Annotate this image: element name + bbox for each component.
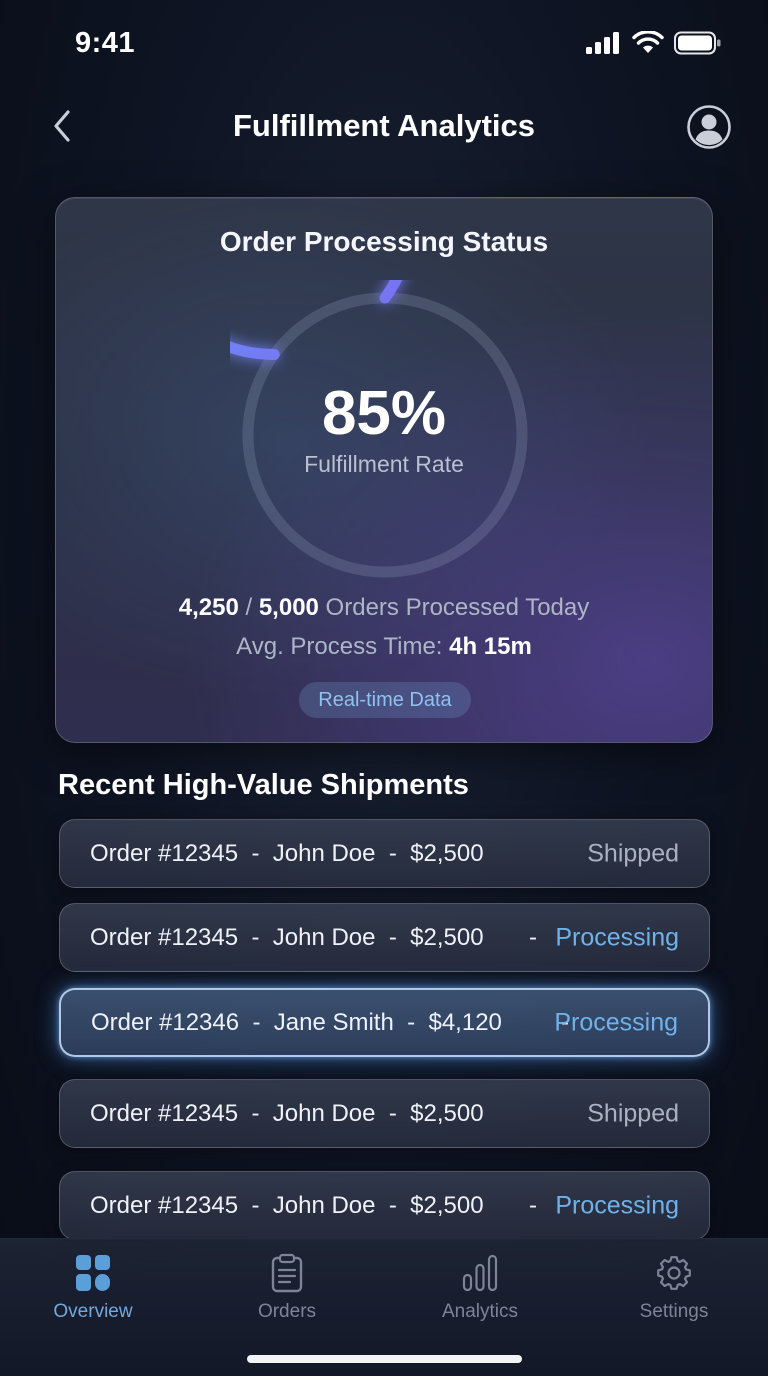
tab-label: Settings — [639, 1301, 709, 1322]
avg-process-time-value: 4h 15m — [449, 633, 532, 660]
fulfillment-rate-value: 85% — [321, 379, 447, 448]
shipment-summary: Order #12345 - John Doe - $2,500 — [90, 1099, 484, 1127]
fulfillment-rate-label: Fulfillment Rate — [304, 451, 464, 477]
realtime-data-badge: Real-time Data — [299, 682, 471, 718]
grid-icon — [76, 1255, 110, 1291]
shipment-status: Processing — [555, 923, 679, 951]
shipment-separator: - — [529, 1191, 537, 1219]
tab-label: Orders — [257, 1301, 317, 1322]
total-count: 5,000 — [258, 594, 319, 621]
page-title: Fulfillment Analytics — [232, 108, 535, 143]
wifi-icon — [632, 31, 664, 53]
shipment-row[interactable]: Order #12345 - John Doe - $2,500 - Proce… — [59, 1171, 710, 1240]
order-status-card: Order Processing Status 85% Fulfillment … — [55, 197, 713, 743]
tab-label: Analytics — [441, 1301, 519, 1322]
shipments-section-title: Recent High-Value Shipments — [58, 769, 469, 801]
avg-process-time-label: Avg. Process Time: — [236, 633, 450, 660]
orders-processed-line: 4,250 / 5,000 Orders Processed Today — [56, 594, 712, 622]
shipment-summary: Order #12345 - John Doe - $2,500 — [90, 923, 484, 951]
shipment-status: Shipped — [587, 839, 679, 867]
orders-suffix: Orders Processed Today — [318, 594, 590, 621]
battery-icon — [674, 31, 721, 55]
shipment-row[interactable]: Order #12345 - John Doe - $2,500 Shipped — [59, 819, 710, 888]
user-avatar-icon — [687, 105, 731, 149]
profile-button[interactable] — [686, 104, 732, 150]
tab-analytics[interactable]: Analytics — [405, 1253, 555, 1333]
bar-chart-icon — [462, 1254, 498, 1292]
shipment-summary: Order #12346 - Jane Smith - $4,120 — [91, 1008, 502, 1036]
tab-label: Overview — [53, 1301, 133, 1322]
orders-divider: / — [238, 594, 259, 621]
home-indicator — [247, 1355, 522, 1363]
avg-process-time-line: Avg. Process Time: 4h 15m — [56, 633, 712, 661]
shipment-row-selected[interactable]: Order #12346 - Jane Smith - $4,120 - Pro… — [59, 988, 710, 1057]
status-icons — [586, 31, 722, 55]
processed-count: 4,250 — [178, 594, 239, 621]
shipment-status: Shipped — [587, 1099, 679, 1127]
shipment-separator: - — [529, 923, 537, 951]
shipment-row[interactable]: Order #12345 - John Doe - $2,500 - Proce… — [59, 903, 710, 972]
tab-overview[interactable]: Overview — [18, 1253, 168, 1333]
status-time: 9:41 — [75, 27, 136, 59]
gear-icon — [657, 1256, 691, 1290]
shipment-status: Processing — [554, 1008, 678, 1036]
card-title: Order Processing Status — [219, 226, 549, 257]
clipboard-icon — [271, 1253, 303, 1293]
cellular-signal-icon — [586, 32, 619, 54]
shipment-status: Processing — [555, 1191, 679, 1219]
shipment-row[interactable]: Order #12345 - John Doe - $2,500 Shipped — [59, 1079, 710, 1148]
tab-orders[interactable]: Orders — [212, 1253, 362, 1333]
tab-settings[interactable]: Settings — [599, 1253, 749, 1333]
shipment-summary: Order #12345 - John Doe - $2,500 — [90, 1191, 484, 1219]
status-bar: 9:41 — [0, 0, 768, 90]
shipment-summary: Order #12345 - John Doe - $2,500 — [90, 839, 484, 867]
